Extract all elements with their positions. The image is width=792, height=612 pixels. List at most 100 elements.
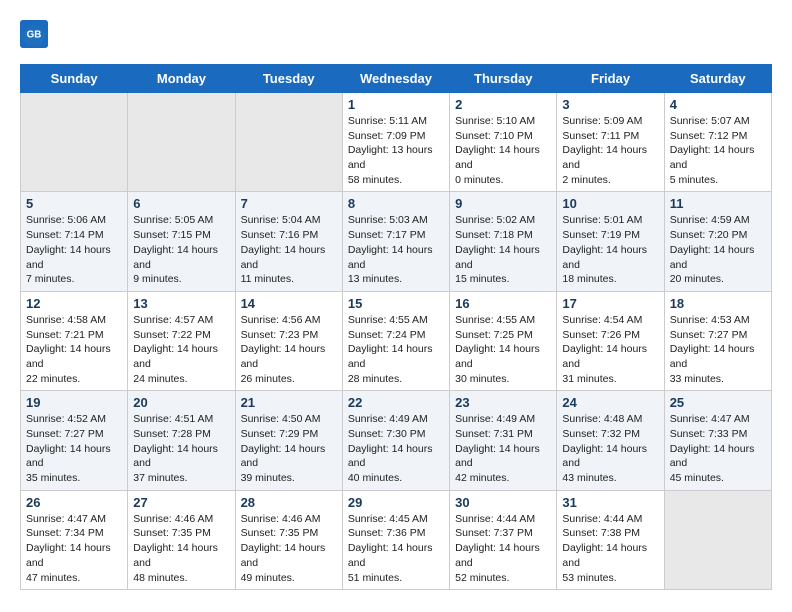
cell-content: Sunrise: 4:44 AM Sunset: 7:37 PM Dayligh… (455, 513, 540, 584)
table-row: 17 Sunrise: 4:54 AM Sunset: 7:26 PM Dayl… (557, 291, 664, 390)
cell-content: Sunrise: 5:01 AM Sunset: 7:19 PM Dayligh… (562, 214, 647, 285)
day-number: 25 (670, 395, 766, 410)
table-row: 18 Sunrise: 4:53 AM Sunset: 7:27 PM Dayl… (664, 291, 771, 390)
table-row: 23 Sunrise: 4:49 AM Sunset: 7:31 PM Dayl… (450, 391, 557, 490)
cell-content: Sunrise: 5:02 AM Sunset: 7:18 PM Dayligh… (455, 214, 540, 285)
cell-content: Sunrise: 4:49 AM Sunset: 7:31 PM Dayligh… (455, 413, 540, 484)
day-number: 19 (26, 395, 122, 410)
cell-content: Sunrise: 4:49 AM Sunset: 7:30 PM Dayligh… (348, 413, 433, 484)
table-row: 7 Sunrise: 5:04 AM Sunset: 7:16 PM Dayli… (235, 192, 342, 291)
calendar-week-5: 26 Sunrise: 4:47 AM Sunset: 7:34 PM Dayl… (21, 490, 772, 589)
day-number: 2 (455, 97, 551, 112)
cell-content: Sunrise: 4:51 AM Sunset: 7:28 PM Dayligh… (133, 413, 218, 484)
table-row: 31 Sunrise: 4:44 AM Sunset: 7:38 PM Dayl… (557, 490, 664, 589)
cell-content: Sunrise: 4:44 AM Sunset: 7:38 PM Dayligh… (562, 513, 647, 584)
table-row (235, 93, 342, 192)
table-row: 22 Sunrise: 4:49 AM Sunset: 7:30 PM Dayl… (342, 391, 449, 490)
col-sunday: Sunday (21, 65, 128, 93)
day-number: 16 (455, 296, 551, 311)
calendar-week-4: 19 Sunrise: 4:52 AM Sunset: 7:27 PM Dayl… (21, 391, 772, 490)
table-row: 14 Sunrise: 4:56 AM Sunset: 7:23 PM Dayl… (235, 291, 342, 390)
table-row: 25 Sunrise: 4:47 AM Sunset: 7:33 PM Dayl… (664, 391, 771, 490)
day-number: 31 (562, 495, 658, 510)
calendar-week-3: 12 Sunrise: 4:58 AM Sunset: 7:21 PM Dayl… (21, 291, 772, 390)
col-tuesday: Tuesday (235, 65, 342, 93)
cell-content: Sunrise: 4:45 AM Sunset: 7:36 PM Dayligh… (348, 513, 433, 584)
cell-content: Sunrise: 4:53 AM Sunset: 7:27 PM Dayligh… (670, 314, 755, 385)
table-row: 5 Sunrise: 5:06 AM Sunset: 7:14 PM Dayli… (21, 192, 128, 291)
header: GB (20, 20, 772, 48)
col-thursday: Thursday (450, 65, 557, 93)
table-row: 19 Sunrise: 4:52 AM Sunset: 7:27 PM Dayl… (21, 391, 128, 490)
table-row (664, 490, 771, 589)
table-row (21, 93, 128, 192)
day-number: 7 (241, 196, 337, 211)
day-number: 21 (241, 395, 337, 410)
cell-content: Sunrise: 4:47 AM Sunset: 7:33 PM Dayligh… (670, 413, 755, 484)
day-number: 14 (241, 296, 337, 311)
table-row: 15 Sunrise: 4:55 AM Sunset: 7:24 PM Dayl… (342, 291, 449, 390)
day-number: 5 (26, 196, 122, 211)
table-row: 9 Sunrise: 5:02 AM Sunset: 7:18 PM Dayli… (450, 192, 557, 291)
cell-content: Sunrise: 5:07 AM Sunset: 7:12 PM Dayligh… (670, 115, 755, 186)
table-row: 27 Sunrise: 4:46 AM Sunset: 7:35 PM Dayl… (128, 490, 235, 589)
table-row: 13 Sunrise: 4:57 AM Sunset: 7:22 PM Dayl… (128, 291, 235, 390)
table-row: 1 Sunrise: 5:11 AM Sunset: 7:09 PM Dayli… (342, 93, 449, 192)
table-row: 16 Sunrise: 4:55 AM Sunset: 7:25 PM Dayl… (450, 291, 557, 390)
day-number: 23 (455, 395, 551, 410)
page: GB Sunday Monday Tuesday Wednesday Thurs… (0, 0, 792, 610)
cell-content: Sunrise: 4:57 AM Sunset: 7:22 PM Dayligh… (133, 314, 218, 385)
cell-content: Sunrise: 5:10 AM Sunset: 7:10 PM Dayligh… (455, 115, 540, 186)
day-number: 26 (26, 495, 122, 510)
logo-icon: GB (20, 20, 48, 48)
day-number: 18 (670, 296, 766, 311)
day-number: 13 (133, 296, 229, 311)
table-row: 26 Sunrise: 4:47 AM Sunset: 7:34 PM Dayl… (21, 490, 128, 589)
col-wednesday: Wednesday (342, 65, 449, 93)
cell-content: Sunrise: 5:11 AM Sunset: 7:09 PM Dayligh… (348, 115, 433, 186)
calendar-body: 1 Sunrise: 5:11 AM Sunset: 7:09 PM Dayli… (21, 93, 772, 590)
cell-content: Sunrise: 4:47 AM Sunset: 7:34 PM Dayligh… (26, 513, 111, 584)
cell-content: Sunrise: 4:54 AM Sunset: 7:26 PM Dayligh… (562, 314, 647, 385)
day-number: 8 (348, 196, 444, 211)
day-number: 15 (348, 296, 444, 311)
day-number: 12 (26, 296, 122, 311)
cell-content: Sunrise: 4:55 AM Sunset: 7:25 PM Dayligh… (455, 314, 540, 385)
day-number: 3 (562, 97, 658, 112)
table-row: 12 Sunrise: 4:58 AM Sunset: 7:21 PM Dayl… (21, 291, 128, 390)
day-number: 29 (348, 495, 444, 510)
day-number: 24 (562, 395, 658, 410)
cell-content: Sunrise: 4:56 AM Sunset: 7:23 PM Dayligh… (241, 314, 326, 385)
table-row: 29 Sunrise: 4:45 AM Sunset: 7:36 PM Dayl… (342, 490, 449, 589)
svg-text:GB: GB (27, 30, 42, 41)
cell-content: Sunrise: 5:06 AM Sunset: 7:14 PM Dayligh… (26, 214, 111, 285)
cell-content: Sunrise: 5:09 AM Sunset: 7:11 PM Dayligh… (562, 115, 647, 186)
table-row: 30 Sunrise: 4:44 AM Sunset: 7:37 PM Dayl… (450, 490, 557, 589)
table-row: 4 Sunrise: 5:07 AM Sunset: 7:12 PM Dayli… (664, 93, 771, 192)
day-number: 11 (670, 196, 766, 211)
calendar-table: Sunday Monday Tuesday Wednesday Thursday… (20, 64, 772, 590)
table-row: 28 Sunrise: 4:46 AM Sunset: 7:35 PM Dayl… (235, 490, 342, 589)
day-number: 27 (133, 495, 229, 510)
calendar-week-1: 1 Sunrise: 5:11 AM Sunset: 7:09 PM Dayli… (21, 93, 772, 192)
day-number: 28 (241, 495, 337, 510)
cell-content: Sunrise: 4:48 AM Sunset: 7:32 PM Dayligh… (562, 413, 647, 484)
table-row: 2 Sunrise: 5:10 AM Sunset: 7:10 PM Dayli… (450, 93, 557, 192)
table-row: 21 Sunrise: 4:50 AM Sunset: 7:29 PM Dayl… (235, 391, 342, 490)
cell-content: Sunrise: 4:46 AM Sunset: 7:35 PM Dayligh… (241, 513, 326, 584)
cell-content: Sunrise: 4:46 AM Sunset: 7:35 PM Dayligh… (133, 513, 218, 584)
table-row: 11 Sunrise: 4:59 AM Sunset: 7:20 PM Dayl… (664, 192, 771, 291)
logo: GB (20, 20, 52, 48)
table-row: 6 Sunrise: 5:05 AM Sunset: 7:15 PM Dayli… (128, 192, 235, 291)
day-number: 22 (348, 395, 444, 410)
col-monday: Monday (128, 65, 235, 93)
day-number: 30 (455, 495, 551, 510)
cell-content: Sunrise: 5:03 AM Sunset: 7:17 PM Dayligh… (348, 214, 433, 285)
table-row: 8 Sunrise: 5:03 AM Sunset: 7:17 PM Dayli… (342, 192, 449, 291)
col-friday: Friday (557, 65, 664, 93)
table-row: 10 Sunrise: 5:01 AM Sunset: 7:19 PM Dayl… (557, 192, 664, 291)
col-saturday: Saturday (664, 65, 771, 93)
cell-content: Sunrise: 5:04 AM Sunset: 7:16 PM Dayligh… (241, 214, 326, 285)
cell-content: Sunrise: 4:52 AM Sunset: 7:27 PM Dayligh… (26, 413, 111, 484)
table-row: 20 Sunrise: 4:51 AM Sunset: 7:28 PM Dayl… (128, 391, 235, 490)
